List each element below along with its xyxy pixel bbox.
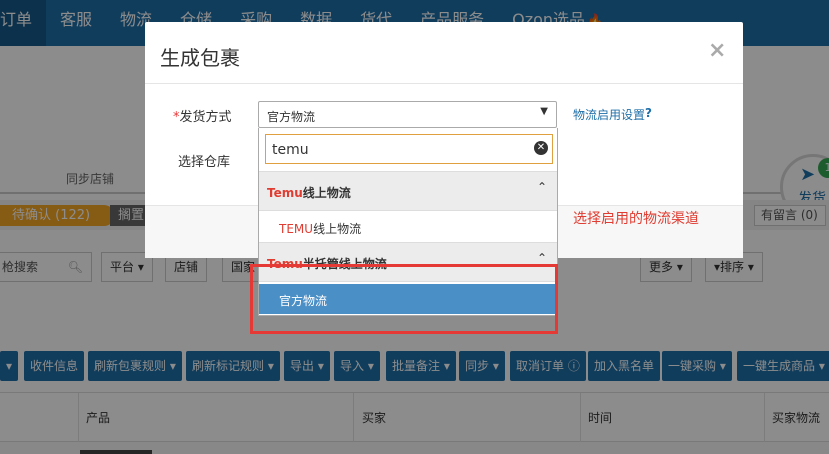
ship-method-text: 发货方式 bbox=[179, 110, 232, 125]
group-temu-online-label: Temu线上物流 bbox=[267, 184, 351, 201]
option-temu-online[interactable]: TEMU线上物流 bbox=[259, 212, 557, 242]
option-temu-online-suffix: 线上物流 bbox=[313, 222, 362, 236]
ship-method-label: *发货方式 bbox=[173, 106, 232, 125]
option-temu-online-label: TEMU线上物流 bbox=[279, 220, 361, 237]
question-icon[interactable]: ? bbox=[645, 106, 652, 120]
warehouse-label: 选择仓库 bbox=[178, 155, 231, 170]
group-temu-online-suffix: 线上物流 bbox=[302, 186, 351, 200]
chevron-up-icon: ⌃ bbox=[536, 180, 547, 194]
chevron-up-icon: ⌃ bbox=[536, 251, 547, 265]
close-icon[interactable]: × bbox=[708, 38, 726, 63]
caret-down-icon: ▼ bbox=[540, 106, 548, 117]
group-temu-online-prefix: Temu bbox=[267, 186, 303, 200]
annotation-highlight-box bbox=[250, 264, 558, 334]
ship-method-select[interactable]: 官方物流 ▼ bbox=[258, 101, 557, 128]
clear-icon[interactable]: ✕ bbox=[534, 141, 548, 155]
option-temu-online-prefix: TEMU bbox=[279, 222, 314, 236]
dialog-header: 生成包裹 × bbox=[145, 22, 743, 84]
group-temu-online[interactable]: Temu线上物流 ⌃ bbox=[259, 171, 557, 211]
dropdown-search-input[interactable]: temu ✕ bbox=[265, 134, 553, 164]
ship-method-selected: 官方物流 bbox=[267, 110, 316, 124]
dropdown-search-value: temu bbox=[272, 142, 309, 158]
dialog-title: 生成包裹 bbox=[160, 46, 240, 70]
annotation-text: 选择启用的物流渠道 bbox=[573, 211, 699, 227]
logistics-settings-link[interactable]: 物流启用设置 bbox=[573, 106, 645, 123]
